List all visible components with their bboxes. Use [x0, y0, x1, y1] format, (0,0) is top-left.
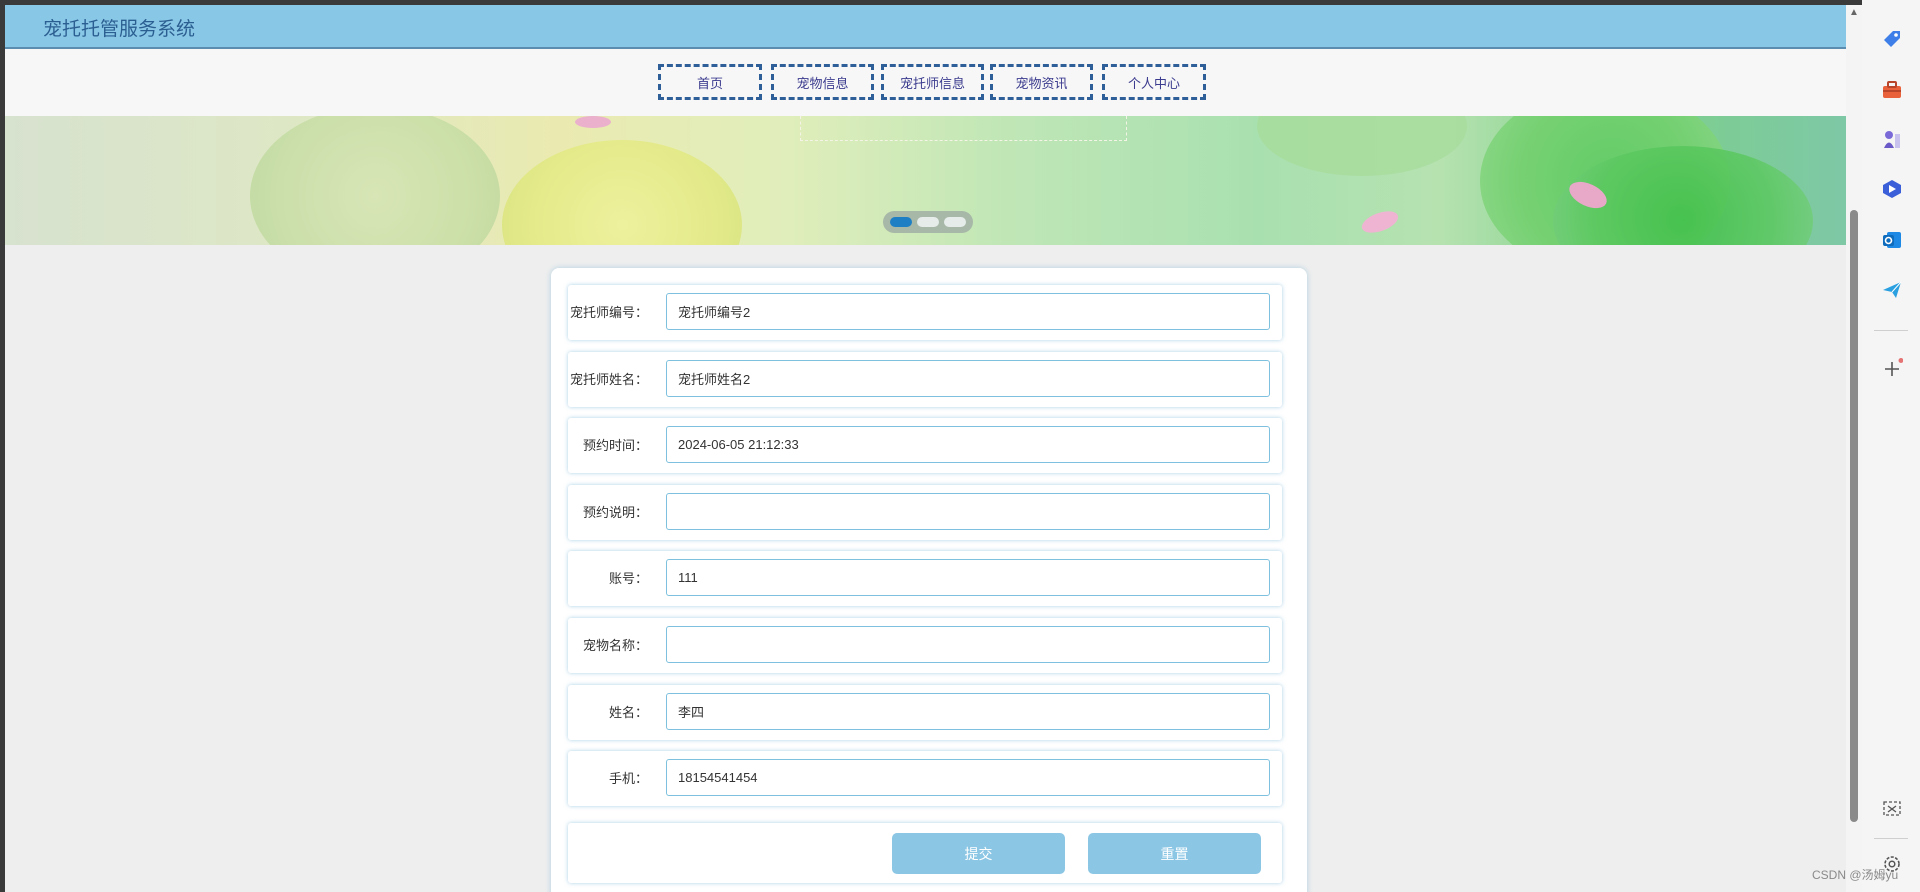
- banner-decoration: [250, 116, 500, 245]
- page-scrollbar[interactable]: ▲: [1846, 5, 1862, 892]
- petal-decoration: [1359, 207, 1401, 237]
- nav-item-pet-info[interactable]: 宠物信息: [771, 64, 874, 100]
- banner-decoration: [502, 140, 742, 245]
- appointment-note-input[interactable]: [666, 493, 1270, 530]
- form-row-name: 姓名：: [568, 685, 1282, 740]
- account-input[interactable]: [666, 559, 1270, 596]
- site-title: 宠托托管服务系统: [43, 19, 196, 40]
- reset-button[interactable]: 重置: [1088, 833, 1261, 874]
- banner-frame-decoration: [800, 116, 1127, 141]
- site-header: 宠托托管服务系统: [5, 5, 1846, 49]
- nav-item-sitter-info[interactable]: 宠托师信息: [881, 64, 984, 100]
- browser-sidebar: [1862, 0, 1920, 892]
- screenshot-icon[interactable]: [1881, 798, 1903, 820]
- scrollbar-thumb[interactable]: [1850, 210, 1858, 822]
- nav-item-personal-center[interactable]: 个人中心: [1102, 64, 1206, 100]
- submit-button[interactable]: 提交: [892, 833, 1065, 874]
- nav-item-pet-news[interactable]: 宠物资讯: [990, 64, 1093, 100]
- form-row-pet-name: 宠物名称：: [568, 618, 1282, 673]
- form-row-sitter-id: 宠托师编号：: [568, 285, 1282, 340]
- tag-icon[interactable]: [1881, 28, 1903, 50]
- page-viewport: 宠托托管服务系统 首页 宠物信息 宠托师信息 宠物资讯 个人中心 宠托师编号： …: [5, 5, 1846, 892]
- petal-decoration: [575, 116, 611, 128]
- form-actions: 提交 重置: [568, 823, 1282, 883]
- form-row-account: 账号：: [568, 551, 1282, 606]
- add-icon[interactable]: [1881, 358, 1903, 380]
- sitter-id-input[interactable]: [666, 293, 1270, 330]
- form-row-sitter-name: 宠托师姓名：: [568, 352, 1282, 407]
- appointment-note-label: 预约说明：: [582, 505, 648, 520]
- nav-item-home[interactable]: 首页: [658, 64, 762, 100]
- carousel-indicators: [883, 211, 973, 233]
- account-label: 账号：: [608, 571, 648, 586]
- sitter-name-label: 宠托师姓名：: [569, 372, 648, 387]
- appointment-time-input[interactable]: [666, 426, 1270, 463]
- copilot-icon[interactable]: [1881, 178, 1903, 200]
- phone-label: 手机：: [608, 771, 648, 786]
- name-input[interactable]: [666, 693, 1270, 730]
- outlook-icon[interactable]: [1881, 229, 1903, 251]
- pet-name-input[interactable]: [666, 626, 1270, 663]
- form-row-phone: 手机：: [568, 751, 1282, 806]
- scroll-up-icon[interactable]: ▲: [1849, 7, 1859, 18]
- carousel-dot[interactable]: [944, 217, 966, 227]
- phone-input[interactable]: [666, 759, 1270, 796]
- banner-carousel[interactable]: [5, 116, 1846, 245]
- sitter-id-label: 宠托师编号：: [569, 305, 648, 320]
- chess-icon[interactable]: [1881, 128, 1903, 150]
- sidebar-divider: [1874, 330, 1908, 331]
- form-row-appointment-note: 预约说明：: [568, 485, 1282, 540]
- booking-form: 宠托师编号： 宠托师姓名： 预约时间： 预约说明： 账号： 宠物名称： 姓名：: [551, 268, 1307, 892]
- main-nav: 首页 宠物信息 宠托师信息 宠物资讯 个人中心: [5, 49, 1846, 116]
- carousel-dot-active[interactable]: [890, 217, 912, 227]
- banner-decoration: [1257, 116, 1467, 176]
- toolbox-icon[interactable]: [1881, 79, 1903, 101]
- carousel-dot[interactable]: [917, 217, 939, 227]
- csdn-watermark: CSDN @汤姆yu: [1812, 868, 1899, 882]
- send-icon[interactable]: [1881, 279, 1903, 301]
- sidebar-divider: [1874, 838, 1908, 839]
- sitter-name-input[interactable]: [666, 360, 1270, 397]
- form-row-appointment-time: 预约时间：: [568, 418, 1282, 473]
- appointment-time-label: 预约时间：: [582, 438, 648, 453]
- name-label: 姓名：: [608, 705, 648, 720]
- pet-name-label: 宠物名称：: [582, 638, 648, 653]
